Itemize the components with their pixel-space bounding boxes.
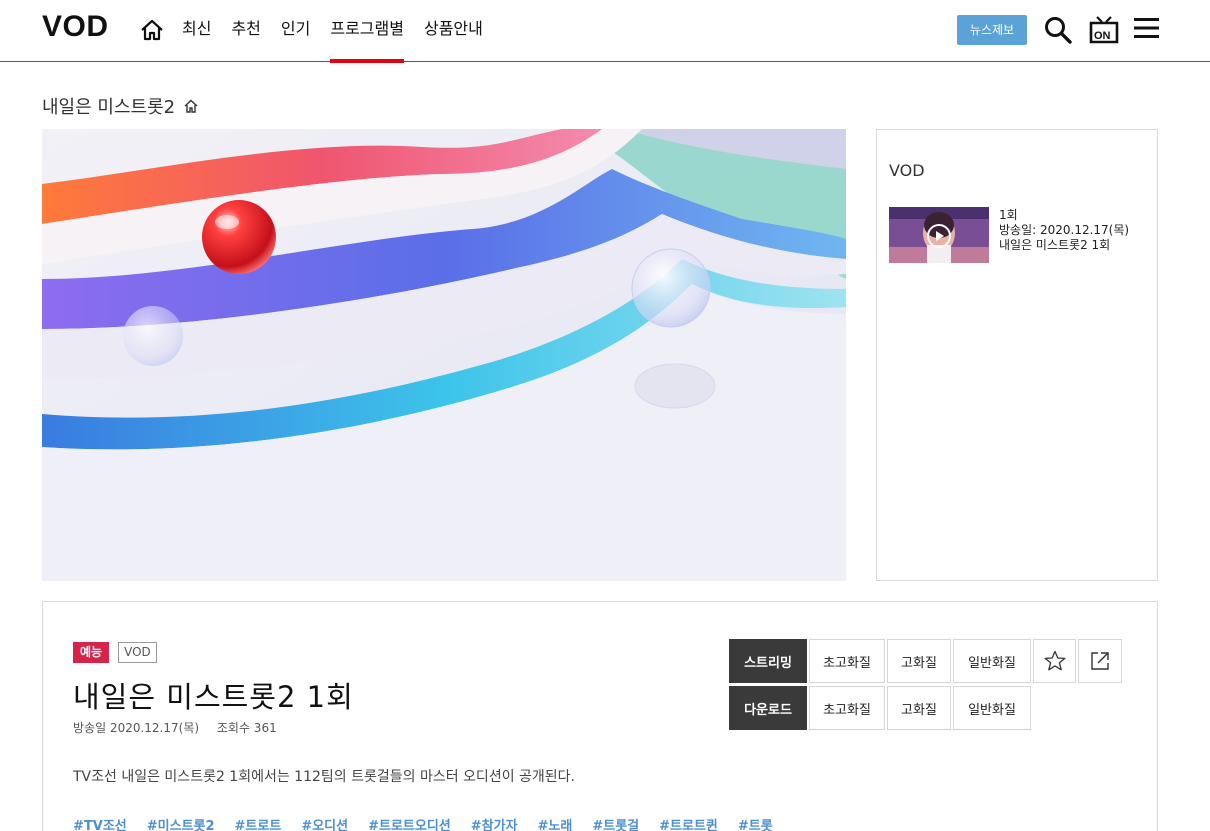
nav-by-program[interactable]: 프로그램별	[330, 0, 404, 63]
download-row: 다운로드 초고화질 고화질 일반화질	[729, 686, 1124, 730]
streaming-sd-button[interactable]: 일반화질	[953, 639, 1031, 683]
home-icon[interactable]	[139, 17, 165, 43]
streaming-label-button[interactable]: 스트리밍	[729, 639, 807, 683]
episode-thumbnail[interactable]	[889, 207, 989, 263]
air-date: 방송일 2020.12.17(목)	[73, 721, 200, 735]
tag-link[interactable]: #트롯	[738, 815, 773, 831]
nav-product-info[interactable]: 상품안내	[424, 0, 483, 62]
hamburger-menu-icon[interactable]	[1134, 17, 1159, 39]
share-button[interactable]	[1078, 639, 1122, 683]
episode-description: TV조선 내일은 미스트롯2 1회에서는 112팀의 트롯걸들의 마스터 오디션…	[73, 769, 575, 785]
tag-link[interactable]: #노래	[538, 815, 573, 831]
tv-on-icon[interactable]: ON	[1088, 14, 1120, 46]
search-icon[interactable]	[1043, 15, 1073, 45]
main-nav: 최신 추천 인기 프로그램별 상품안내	[182, 0, 503, 63]
episode-meta: 방송일 2020.12.17(목) 조회수 361	[73, 719, 277, 736]
star-icon	[1044, 650, 1065, 671]
tag-list: #TV조선 #미스트롯2 #트로트 #오디션 #트로트오디션 #참가자 #노래 …	[73, 815, 793, 831]
streaming-uhd-button[interactable]: 초고화질	[809, 639, 885, 683]
episode-detail: 예능 VOD 내일은 미스트롯2 1회 방송일 2020.12.17(목) 조회…	[42, 601, 1158, 831]
download-uhd-button[interactable]: 초고화질	[809, 686, 885, 730]
side-panel-title: VOD	[889, 161, 925, 180]
nav-latest[interactable]: 최신	[182, 0, 211, 62]
episode-number: 1회	[999, 208, 1018, 222]
episode-list-item[interactable]: 1회 방송일: 2020.12.17(목) 내일은 미스트롯2 1회	[889, 207, 1129, 263]
news-report-button[interactable]: 뉴스제보	[957, 15, 1027, 45]
video-frame-image	[42, 129, 846, 581]
view-count: 조회수 361	[216, 721, 277, 735]
breadcrumb: 내일은 미스트롯2	[42, 93, 199, 119]
genre-badge: 예능	[73, 642, 110, 663]
tag-link[interactable]: #참가자	[471, 815, 518, 831]
episode-air-date: 방송일: 2020.12.17(목)	[999, 223, 1130, 237]
share-icon	[1091, 652, 1109, 670]
tag-link[interactable]: #미스트롯2	[147, 815, 215, 831]
download-label-button[interactable]: 다운로드	[729, 686, 807, 730]
badges: 예능 VOD	[73, 642, 157, 663]
nav-recommended[interactable]: 추천	[231, 0, 260, 62]
tag-link[interactable]: #오디션	[301, 815, 348, 831]
tv-on-label: ON	[1094, 30, 1111, 42]
program-title-link[interactable]: 내일은 미스트롯2	[42, 93, 175, 119]
episode-info: 1회 방송일: 2020.12.17(목) 내일은 미스트롯2 1회	[999, 207, 1129, 263]
streaming-hd-button[interactable]: 고화질	[887, 639, 951, 683]
quality-buttons: 스트리밍 초고화질 고화질 일반화질 다운로드 초고화질 고화질 일반화질	[729, 639, 1124, 733]
video-player[interactable]	[42, 129, 846, 581]
streaming-row: 스트리밍 초고화질 고화질 일반화질	[729, 639, 1124, 683]
favorite-button[interactable]	[1033, 639, 1076, 683]
download-sd-button[interactable]: 일반화질	[953, 686, 1031, 730]
program-home-icon[interactable]	[183, 98, 199, 114]
top-header: VOD 최신 추천 인기 프로그램별 상품안내 뉴스제보 ON	[0, 0, 1210, 63]
vod-logo[interactable]: VOD	[42, 10, 109, 44]
vod-episode-panel: VOD 1회 방송일: 2020.12.17(목) 내일은 미스트롯2 1회	[876, 129, 1158, 581]
tag-link[interactable]: #트로트오디션	[368, 815, 451, 831]
nav-popular[interactable]: 인기	[281, 0, 310, 62]
tag-link[interactable]: #TV조선	[73, 815, 127, 831]
tag-link[interactable]: #트로트퀸	[659, 815, 718, 831]
episode-title: 내일은 미스트롯2 1회	[999, 238, 1111, 252]
tag-link[interactable]: #트롯걸	[592, 815, 639, 831]
type-badge: VOD	[118, 642, 157, 663]
tag-link[interactable]: #트로트	[235, 815, 282, 831]
episode-title-heading: 내일은 미스트롯2 1회	[73, 680, 354, 714]
download-hd-button[interactable]: 고화질	[887, 686, 951, 730]
